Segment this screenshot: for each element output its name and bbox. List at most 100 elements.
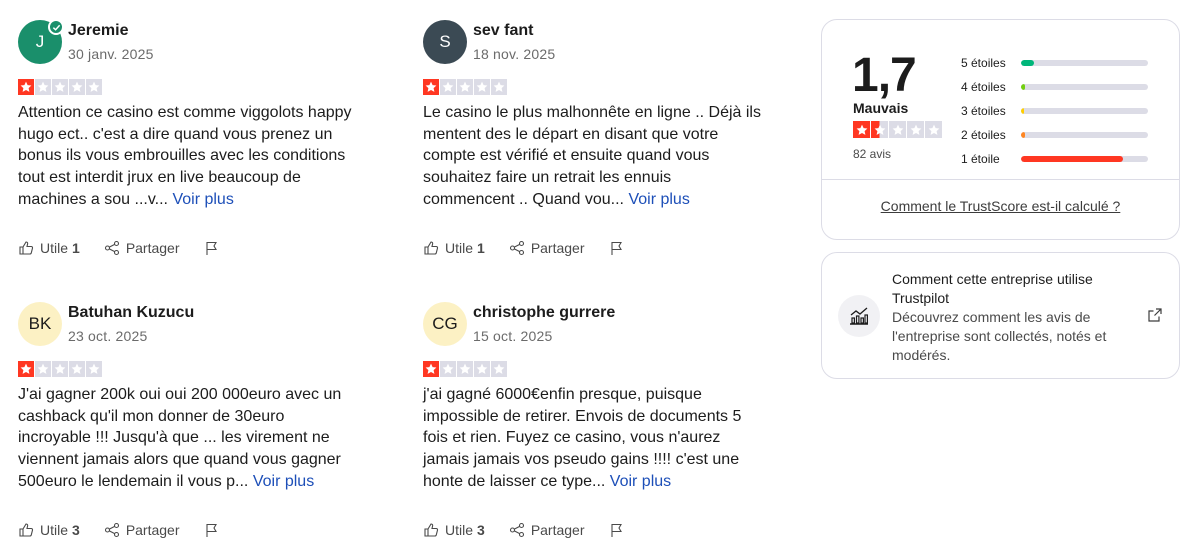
useful-count: 1 xyxy=(477,240,485,256)
flag-icon xyxy=(610,523,622,537)
distribution-row[interactable]: 5 étoiles xyxy=(961,51,1151,75)
review-date: 15 oct. 2025 xyxy=(473,327,553,344)
star-icon xyxy=(925,121,942,138)
star-icon xyxy=(18,361,34,377)
avatar[interactable]: BK xyxy=(18,302,62,346)
avatar[interactable]: J xyxy=(18,19,64,64)
star-icon xyxy=(440,79,456,95)
share-button[interactable]: Partager xyxy=(509,522,585,538)
review-text-content: Le casino le plus malhonnête en ligne ..… xyxy=(423,104,761,208)
useful-button[interactable]: Utile 3 xyxy=(423,522,485,538)
trustscore-value: 1,7 xyxy=(852,49,917,102)
star-icon xyxy=(18,79,34,95)
share-icon xyxy=(104,240,119,256)
usage-title: Comment cette entreprise utilise Trustpi… xyxy=(892,271,1093,306)
thumbs-up-icon xyxy=(19,523,34,537)
trustscore-label: Mauvais xyxy=(853,100,909,116)
verified-badge-icon xyxy=(48,19,64,35)
star-icon xyxy=(889,121,906,138)
share-icon xyxy=(104,522,119,538)
report-button[interactable] xyxy=(609,240,631,256)
read-more-link[interactable]: Voir plus xyxy=(610,473,671,490)
star-rating xyxy=(18,361,358,377)
thumbs-up-icon xyxy=(19,241,34,255)
read-more-link[interactable]: Voir plus xyxy=(172,191,233,208)
star-icon xyxy=(491,79,507,95)
divider xyxy=(822,179,1179,180)
thumbs-up-icon xyxy=(424,523,439,537)
star-rating xyxy=(18,79,358,95)
star-icon xyxy=(52,79,68,95)
flag-icon xyxy=(205,241,217,255)
distribution-bar-fill xyxy=(1021,84,1025,90)
share-button[interactable]: Partager xyxy=(104,240,180,256)
review-date: 18 nov. 2025 xyxy=(473,45,556,62)
distribution-bar-fill xyxy=(1021,156,1123,162)
review-date: 30 janv. 2025 xyxy=(68,45,154,62)
report-button[interactable] xyxy=(609,522,631,538)
useful-button[interactable]: Utile 1 xyxy=(423,240,485,256)
star-icon xyxy=(871,121,888,138)
distribution-row[interactable]: 3 étoiles xyxy=(961,99,1151,123)
avatar[interactable]: CG xyxy=(423,302,467,346)
review-card: CG christophe gurrere 15 oct. 2025 j'ai … xyxy=(423,302,763,493)
share-button[interactable]: Partager xyxy=(509,240,585,256)
review-actions: Utile 3 Partager xyxy=(423,522,631,538)
read-more-link[interactable]: Voir plus xyxy=(253,473,314,490)
useful-count: 3 xyxy=(477,522,485,538)
star-icon xyxy=(35,361,51,377)
useful-count: 1 xyxy=(72,240,80,256)
useful-label: Utile xyxy=(445,522,474,538)
distribution-bar xyxy=(1021,60,1148,66)
reviewer-name[interactable]: Batuhan Kuzucu xyxy=(68,303,194,323)
trustscore-calc-link[interactable]: Comment le TrustScore est-il calculé ? xyxy=(822,198,1179,214)
review-card: BK Batuhan Kuzucu 23 oct. 2025 J'ai gagn… xyxy=(18,302,358,493)
report-button[interactable] xyxy=(204,240,226,256)
reviewer-name[interactable]: Jeremie xyxy=(68,21,154,41)
analytics-icon xyxy=(838,295,880,337)
review-card: J Jeremie 30 janv. 2025 Attention ce cas… xyxy=(18,19,358,211)
star-rating xyxy=(423,361,763,377)
review-actions: Utile 3 Partager xyxy=(18,522,226,538)
share-label: Partager xyxy=(125,522,180,538)
report-button[interactable] xyxy=(204,522,226,538)
star-icon xyxy=(69,361,85,377)
star-icon xyxy=(440,361,456,377)
external-link-icon[interactable] xyxy=(1148,308,1162,322)
star-icon xyxy=(853,121,870,138)
star-icon xyxy=(474,79,490,95)
rating-distribution: 5 étoiles 4 étoiles 3 étoiles 2 étoiles 1 ét… xyxy=(961,51,1151,171)
useful-button[interactable]: Utile 3 xyxy=(18,522,80,538)
distribution-bar xyxy=(1021,156,1148,162)
distribution-row[interactable]: 4 étoiles xyxy=(961,75,1151,99)
review-text: j'ai gagné 6000€enfin presque, puisque i… xyxy=(423,384,763,493)
distribution-row[interactable]: 1 étoile xyxy=(961,147,1151,171)
company-usage-card[interactable]: Comment cette entreprise utilise Trustpi… xyxy=(821,252,1180,379)
share-icon xyxy=(509,240,524,256)
reviewer-name[interactable]: sev fant xyxy=(473,21,555,41)
avatar-initials: J xyxy=(35,32,45,51)
star-icon xyxy=(69,79,85,95)
share-label: Partager xyxy=(530,240,585,256)
star-icon xyxy=(491,361,507,377)
share-button[interactable]: Partager xyxy=(104,522,180,538)
thumbs-up-icon xyxy=(424,241,439,255)
star-icon xyxy=(457,361,473,377)
distribution-bar-fill xyxy=(1021,132,1025,138)
share-label: Partager xyxy=(125,240,180,256)
useful-button[interactable]: Utile 1 xyxy=(18,240,80,256)
review-date: 23 oct. 2025 xyxy=(68,327,148,344)
distribution-row[interactable]: 2 étoiles xyxy=(961,123,1151,147)
trustscore-stars xyxy=(853,121,942,138)
useful-label: Utile xyxy=(40,240,69,256)
read-more-link[interactable]: Voir plus xyxy=(628,191,689,208)
star-icon xyxy=(35,79,51,95)
distribution-label: 3 étoiles xyxy=(961,104,1006,118)
reviewer-name[interactable]: christophe gurrere xyxy=(473,303,615,323)
star-icon xyxy=(423,361,439,377)
usage-description: Découvrez comment les avis de l'entrepri… xyxy=(892,309,1107,363)
avatar[interactable]: S xyxy=(423,20,467,64)
distribution-bar xyxy=(1021,132,1148,138)
useful-label: Utile xyxy=(40,522,69,538)
star-rating xyxy=(423,79,763,95)
